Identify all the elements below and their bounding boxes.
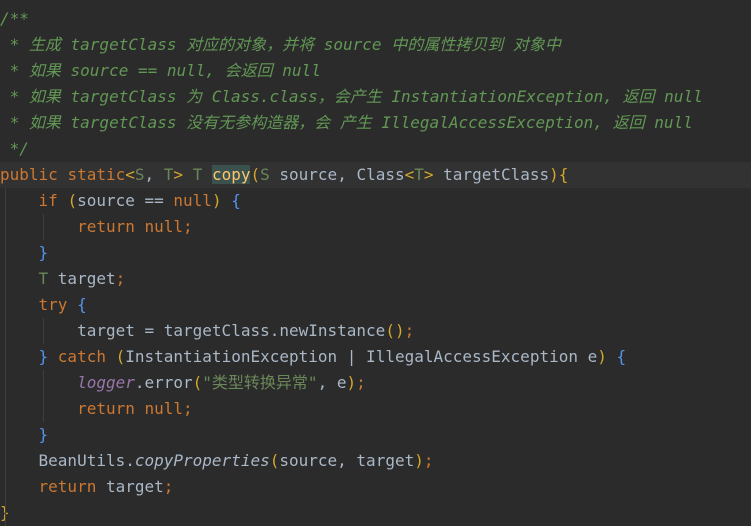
code-token: { <box>77 295 87 314</box>
code-token: < <box>125 165 135 184</box>
code-line[interactable]: */ <box>0 136 751 162</box>
code-token: copy <box>211 165 251 184</box>
code-line[interactable]: * 生成 targetClass 对应的对象，并将 source 中的属性拷贝到… <box>0 32 751 58</box>
code-token: T <box>414 165 424 184</box>
code-token: null <box>144 399 184 418</box>
code-line[interactable]: public static<S, T> T copy(S source, Cla… <box>0 162 751 188</box>
code-token: .error <box>134 373 193 392</box>
code-token: null <box>173 191 212 210</box>
code-token: return <box>0 217 145 236</box>
code-token: if <box>0 191 68 210</box>
code-token: ; <box>115 269 126 288</box>
code-token: * 如果 targetClass 没有无参构造器，会 产生 IllegalAcc… <box>0 113 693 132</box>
code-line[interactable]: /** <box>0 6 751 32</box>
code-token: > <box>173 165 193 184</box>
code-line[interactable]: * 如果 source == null, 会返回 null <box>0 58 751 84</box>
code-token: ) <box>414 451 424 470</box>
code-token: < <box>404 165 415 184</box>
code-token: T <box>163 165 174 184</box>
indent-guide <box>43 318 44 344</box>
code-token: BeanUtils. <box>0 451 135 470</box>
code-line[interactable]: T target; <box>0 266 751 292</box>
code-token: try <box>0 295 78 314</box>
code-token: , <box>144 165 164 184</box>
code-token: InstantiationException | IllegalAccessEx… <box>125 347 598 366</box>
code-line[interactable]: target = targetClass.newInstance(); <box>0 318 751 344</box>
code-token: ) <box>346 373 357 392</box>
code-token: ; <box>183 399 193 418</box>
code-token: target = targetClass.newInstance <box>0 321 386 340</box>
code-token: logger <box>77 373 135 392</box>
code-token: { <box>616 347 627 366</box>
code-token: } <box>0 243 49 262</box>
code-token: ) <box>549 165 559 184</box>
code-token: , e <box>317 373 347 392</box>
code-line[interactable]: try { <box>0 292 751 318</box>
code-token: ; <box>356 373 366 392</box>
code-token: ( <box>250 165 261 184</box>
code-token: ( <box>115 347 126 366</box>
code-token: target <box>105 477 164 496</box>
code-token: ( <box>192 373 203 392</box>
code-token: ; <box>423 451 434 470</box>
code-token: ) <box>211 191 232 210</box>
code-token: S <box>134 165 145 184</box>
code-line[interactable]: } <box>0 500 751 526</box>
code-line[interactable]: } <box>0 240 751 266</box>
code-token: () <box>385 321 405 340</box>
code-token: */ <box>0 139 29 158</box>
code-token: target <box>57 269 116 288</box>
code-token: static <box>67 165 126 184</box>
indent-guide <box>43 370 44 422</box>
code-token: * 如果 source == null, 会返回 null <box>0 61 321 80</box>
code-token: * 如果 targetClass 为 Class.class，会产生 Insta… <box>0 87 703 106</box>
code-token: T <box>0 269 58 288</box>
indent-guide <box>5 188 6 526</box>
indent-guide <box>43 214 44 240</box>
code-token: T <box>192 165 212 184</box>
code-editor[interactable]: /** * 生成 targetClass 对应的对象，并将 source 中的属… <box>0 0 751 526</box>
code-token: return <box>0 399 145 418</box>
code-token: { <box>558 165 569 184</box>
code-line[interactable]: } <box>0 422 751 448</box>
code-token: S <box>260 165 280 184</box>
code-token: * 生成 targetClass 对应的对象，并将 source 中的属性拷贝到… <box>0 35 561 54</box>
code-token: ( <box>269 451 280 470</box>
code-token: ; <box>404 321 415 340</box>
code-token: source, target <box>279 451 415 470</box>
code-token: ( <box>67 191 78 210</box>
code-line[interactable]: if (source == null) { <box>0 188 751 214</box>
code-line[interactable]: BeanUtils.copyProperties(source, target)… <box>0 448 751 474</box>
code-line[interactable]: logger.error("类型转换异常", e); <box>0 370 751 396</box>
code-line[interactable]: } catch (InstantiationException | Illega… <box>0 344 751 370</box>
code-token: return <box>0 477 106 496</box>
code-token: > <box>423 165 444 184</box>
code-token: null <box>144 217 184 236</box>
code-token: targetClass <box>443 165 550 184</box>
code-token: source, Class <box>279 165 405 184</box>
code-token: copyProperties <box>134 451 270 470</box>
code-token: } <box>0 425 49 444</box>
code-token: ) <box>597 347 617 366</box>
code-line[interactable]: return null; <box>0 214 751 240</box>
code-token: ; <box>163 477 174 496</box>
code-token: } <box>0 347 58 366</box>
code-token: catch <box>57 347 116 366</box>
code-line[interactable]: * 如果 targetClass 没有无参构造器，会 产生 IllegalAcc… <box>0 110 751 136</box>
code-line[interactable]: return null; <box>0 396 751 422</box>
code-line[interactable]: * 如果 targetClass 为 Class.class，会产生 Insta… <box>0 84 751 110</box>
code-token: ; <box>183 217 193 236</box>
code-line[interactable]: return target; <box>0 474 751 500</box>
code-token: /** <box>0 9 29 28</box>
code-token: public <box>0 165 68 184</box>
code-token: "类型转换异常" <box>202 373 318 392</box>
code-token: source == <box>77 191 174 210</box>
code-token: { <box>231 191 241 210</box>
